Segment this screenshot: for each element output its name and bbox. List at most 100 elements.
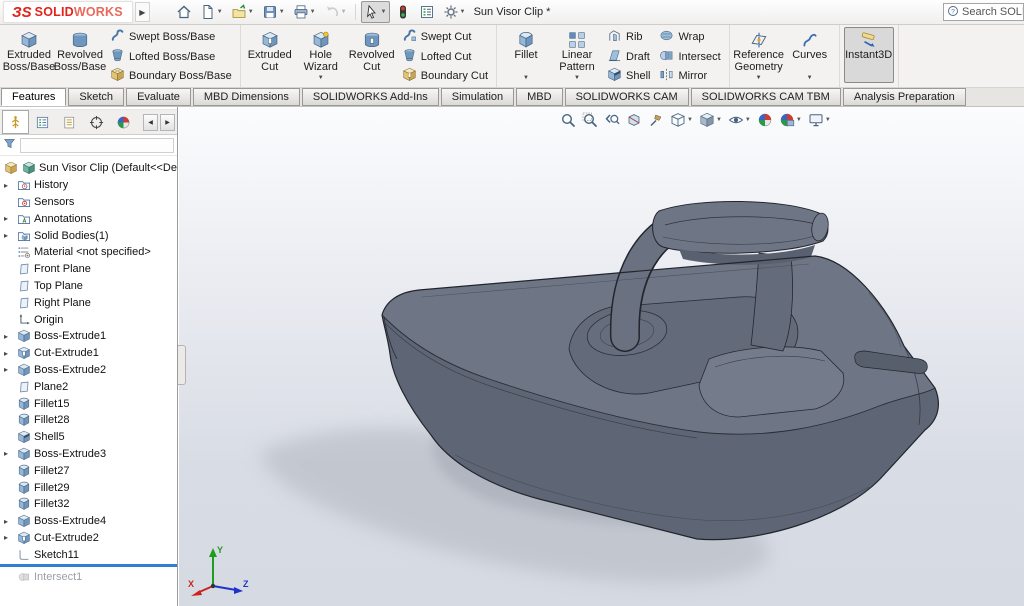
undo-button[interactable]: ▼ [321,1,350,23]
tree-item-cut-extrude2[interactable]: ▸Cut-Extrude2 [0,530,177,547]
scroll-right-arrow-icon[interactable]: ▶ [160,114,175,131]
dropdown-arrow-icon[interactable]: ▼ [687,117,693,123]
tab-mbd[interactable]: MBD [516,88,562,106]
draft-button[interactable]: Draft [603,48,654,66]
document-properties-button[interactable] [416,1,438,23]
dropdown-arrow-icon[interactable]: ▼ [248,9,254,15]
featuremanager-tree-tab[interactable] [2,110,29,134]
menu-flyout-arrow-icon[interactable]: ▶ [135,2,150,22]
dropdown-arrow-icon[interactable]: ▼ [825,117,831,123]
propertymanager-tab[interactable] [29,110,56,134]
display-style-button[interactable]: ▼ [697,111,724,129]
reference-geometry-button[interactable]: Reference Geometry▼ [734,27,784,83]
dropdown-arrow-icon[interactable]: ▼ [341,9,347,15]
tab-analysis-preparation[interactable]: Analysis Preparation [843,88,966,106]
zoom-area-button[interactable] [580,111,600,129]
graphics-viewport[interactable]: ▼▼▼ ▼▼ Y X Z [179,107,1024,606]
hole-wizard-button[interactable]: Hole Wizard▼ [296,27,346,83]
print-button[interactable]: ▼ [290,1,319,23]
expand-arrow-icon[interactable]: ▸ [3,332,16,341]
dropdown-arrow-icon[interactable]: ▼ [318,75,324,82]
dropdown-arrow-icon[interactable]: ▼ [716,117,722,123]
extruded-boss-base-button[interactable]: Extruded Boss/Base [4,27,54,83]
configurationmanager-tab[interactable] [56,110,83,134]
tree-item-sketch11[interactable]: Sketch11 [0,546,177,563]
dropdown-arrow-icon[interactable]: ▼ [745,117,751,123]
curves-button[interactable]: Curves▼ [785,27,835,83]
lofted-boss-base-button[interactable]: Lofted Boss/Base [106,48,236,66]
dimxpertmanager-tab[interactable] [83,110,110,134]
expand-arrow-icon[interactable]: ▸ [3,449,16,458]
tab-solidworks-add-ins[interactable]: SOLIDWORKS Add-Ins [302,88,439,106]
dropdown-arrow-icon[interactable]: ▼ [523,75,529,82]
fillet-button[interactable]: Fillet▼ [501,27,551,83]
wrap-button[interactable]: Wrap [655,28,724,46]
shell-button[interactable]: Shell [603,67,654,85]
tab-simulation[interactable]: Simulation [441,88,514,106]
home-button[interactable] [173,1,195,23]
edit-appearance-button[interactable] [755,111,775,129]
displaymanager-tab[interactable] [110,110,137,134]
tab-sketch[interactable]: Sketch [68,88,124,106]
scroll-left-arrow-icon[interactable]: ◀ [143,114,158,131]
expand-arrow-icon[interactable]: ▸ [3,349,16,358]
swept-cut-button[interactable]: Swept Cut [398,28,492,46]
dropdown-arrow-icon[interactable]: ▼ [279,9,285,15]
tree-item-sensors[interactable]: Sensors [0,194,177,211]
tree-item-intersect1[interactable]: Intersect1 [0,568,177,585]
new-document-button[interactable]: ▼ [197,1,226,23]
expand-arrow-icon[interactable]: ▸ [3,214,16,223]
tree-item-boss-extrude4[interactable]: ▸Boss-Extrude4 [0,513,177,530]
hide-show-items-button[interactable]: ▼ [726,111,753,129]
dropdown-arrow-icon[interactable]: ▼ [807,75,813,82]
tree-item-origin[interactable]: Origin [0,311,177,328]
tree-item-plane2[interactable]: Plane2 [0,378,177,395]
tree-item-fillet29[interactable]: Fillet29 [0,479,177,496]
tree-item-fillet32[interactable]: Fillet32 [0,496,177,513]
tree-item-boss-extrude1[interactable]: ▸Boss-Extrude1 [0,328,177,345]
tab-features[interactable]: Features [1,88,66,106]
view-settings-button[interactable]: ▼ [806,111,833,129]
tree-item-fillet28[interactable]: Fillet28 [0,412,177,429]
save-button[interactable]: ▼ [259,1,288,23]
revolved-boss-base-button[interactable]: Revolved Boss/Base [55,27,105,83]
tree-item-boss-extrude2[interactable]: ▸Boss-Extrude2 [0,362,177,379]
lofted-cut-button[interactable]: Lofted Cut [398,48,492,66]
tree-item-fillet15[interactable]: Fillet15 [0,395,177,412]
tree-item-cut-extrude1[interactable]: ▸Cut-Extrude1 [0,345,177,362]
tab-evaluate[interactable]: Evaluate [126,88,191,106]
open-document-button[interactable]: ▼ [228,1,257,23]
section-view-button[interactable] [624,111,644,129]
panel-splitter[interactable] [178,345,186,385]
expand-arrow-icon[interactable]: ▸ [3,365,16,374]
tree-item-top-plane[interactable]: Top Plane [0,278,177,295]
dropdown-arrow-icon[interactable]: ▼ [460,9,466,15]
tree-item-history[interactable]: ▸History [0,177,177,194]
tree-item-sun-visor-clip-default-default[interactable]: Sun Visor Clip (Default<<Default> [0,160,177,177]
dropdown-arrow-icon[interactable]: ▼ [574,75,580,82]
dropdown-arrow-icon[interactable]: ▼ [796,117,802,123]
tree-item-right-plane[interactable]: Right Plane [0,294,177,311]
tree-item-boss-extrude3[interactable]: ▸Boss-Extrude3 [0,446,177,463]
tab-solidworks-cam-tbm[interactable]: SOLIDWORKS CAM TBM [691,88,841,106]
linear-pattern-button[interactable]: Linear Pattern▼ [552,27,602,83]
dropdown-arrow-icon[interactable]: ▼ [310,9,316,15]
view-orientation-button[interactable]: ▼ [668,111,695,129]
tree-item-front-plane[interactable]: Front Plane [0,261,177,278]
swept-boss-base-button[interactable]: Swept Boss/Base [106,28,236,46]
rebuild-traffic-light-button[interactable] [392,1,414,23]
tree-item-solid-bodies-1[interactable]: ▸Solid Bodies(1) [0,227,177,244]
tree-item-shell5[interactable]: Shell5 [0,429,177,446]
boundary-boss-base-button[interactable]: Boundary Boss/Base [106,67,236,85]
extruded-cut-button[interactable]: Extruded Cut [245,27,295,83]
intersect-button[interactable]: Intersect [655,48,724,66]
rollback-bar[interactable] [0,564,177,567]
tree-item-fillet27[interactable]: Fillet27 [0,462,177,479]
expand-arrow-icon[interactable]: ▸ [3,533,16,542]
tree-item-annotations[interactable]: ▸Annotations [0,210,177,227]
tab-mbd-dimensions[interactable]: MBD Dimensions [193,88,300,106]
tab-solidworks-cam[interactable]: SOLIDWORKS CAM [565,88,689,106]
previous-view-button[interactable] [602,111,622,129]
dropdown-arrow-icon[interactable]: ▼ [756,75,762,82]
model-3d-sun-visor-clip[interactable] [179,107,1024,606]
